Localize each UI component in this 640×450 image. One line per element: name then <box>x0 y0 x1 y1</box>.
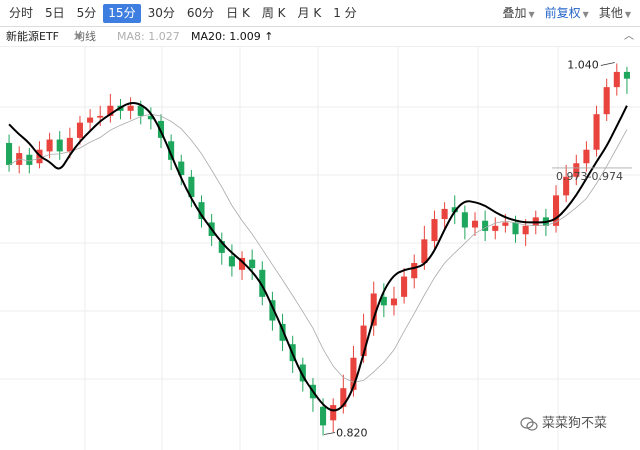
candle-body <box>76 122 84 138</box>
high-arrow <box>600 62 615 66</box>
low-arrow <box>323 432 336 435</box>
watermark-text: 菜菜狗不菜 <box>542 416 608 431</box>
candle-body <box>320 406 327 426</box>
candle <box>583 141 590 172</box>
candle-body <box>471 220 479 228</box>
high-label: 1.040 <box>567 58 599 71</box>
candle <box>593 105 600 157</box>
candle-body <box>411 263 418 279</box>
candle-body <box>46 139 53 152</box>
indicator-legend: 新能源ETF 均线 ▼ MA8: 1.027 MA20: 1.009 ↑ ︿ <box>0 27 640 47</box>
candle <box>492 217 499 240</box>
period-toolbar: 分时 5日 5分 15分 30分 60分日 K周 K月 K1 分 叠加 ▼ 前复权 ▼ 其他 ▼ <box>0 0 640 27</box>
kline-chart[interactable]: 1.040 0.820 0.973-0.974 <box>0 47 640 450</box>
overlay-dropdown[interactable]: 叠加 ▼ <box>497 4 539 23</box>
tab-9[interactable]: 1 分 <box>328 4 361 23</box>
candle-body <box>431 219 438 242</box>
candle <box>228 244 235 277</box>
candle <box>623 66 630 94</box>
wechat-icon <box>520 416 538 431</box>
candle-body <box>228 256 235 267</box>
candle <box>461 205 468 240</box>
candle-body <box>249 259 256 269</box>
candle <box>603 78 610 121</box>
candle-body <box>330 405 337 421</box>
tab-5[interactable]: 60分 <box>182 4 219 23</box>
chevron-down-icon: ▼ <box>624 10 631 19</box>
candle-body <box>461 212 468 228</box>
tab-0[interactable]: 分时 <box>4 4 38 23</box>
candle-body <box>26 154 33 165</box>
tab-1[interactable]: 5日 <box>40 4 70 23</box>
candle-body <box>593 114 600 150</box>
tab-2[interactable]: 5分 <box>72 4 102 23</box>
candle-body <box>127 105 134 111</box>
adjust-dropdown[interactable]: 前复权 ▼ <box>540 4 594 23</box>
candle-body <box>502 222 509 226</box>
tab-4[interactable]: 30分 <box>143 4 180 23</box>
overlay-label: 叠加 <box>502 6 527 20</box>
candle <box>401 268 408 304</box>
candle-body <box>482 220 489 231</box>
candle-body <box>390 298 398 306</box>
candle-body <box>522 225 529 235</box>
grid <box>0 47 640 450</box>
low-label: 0.820 <box>336 427 368 440</box>
candle <box>127 97 134 120</box>
candle <box>411 254 418 289</box>
range-label: 0.973-0.974 <box>556 170 623 183</box>
collapse-icon[interactable]: ︿ <box>624 27 634 46</box>
candle-body <box>583 149 590 164</box>
adjust-label: 前复权 <box>544 6 581 20</box>
period-tabs: 分时 5日 5分 15分 30分 60分日 K周 K月 K1 分 <box>4 4 364 23</box>
tab-7[interactable]: 周 K <box>257 4 291 23</box>
candle-body <box>623 71 630 79</box>
candle-body <box>401 276 408 297</box>
other-label: 其他 <box>598 6 623 20</box>
candle-body <box>492 225 499 231</box>
ma8-value: MA8: 1.027 <box>117 30 180 43</box>
candle <box>218 232 225 265</box>
candle <box>613 63 620 96</box>
candle-body <box>613 71 620 88</box>
instrument-name: 新能源ETF <box>6 30 59 43</box>
candle-body <box>441 208 448 220</box>
chevron-down-icon: ▼ <box>528 10 535 19</box>
tab-6[interactable]: 日 K <box>221 4 255 23</box>
candle-body <box>6 142 13 165</box>
chevron-down-icon: ▼ <box>76 32 83 41</box>
candle <box>56 131 63 160</box>
candle <box>482 210 489 242</box>
chevron-down-icon: ▼ <box>582 10 589 19</box>
candle-body <box>421 239 428 264</box>
toolbar-right: 叠加 ▼ 前复权 ▼ 其他 ▼ <box>497 4 636 23</box>
candle-body <box>87 117 94 123</box>
tab-3[interactable]: 15分 <box>103 4 141 23</box>
watermark: 菜菜狗不菜 <box>520 412 607 431</box>
tab-8[interactable]: 月 K <box>293 4 327 23</box>
candle <box>107 93 114 123</box>
candle-body <box>56 139 63 152</box>
other-dropdown[interactable]: 其他 ▼ <box>594 4 636 23</box>
candle <box>6 134 13 172</box>
candle <box>431 210 438 250</box>
ma20-value: MA20: 1.009 ↑ <box>191 30 274 43</box>
candle-body <box>512 222 519 235</box>
candle-body <box>603 87 610 115</box>
candle-body <box>66 137 73 152</box>
candle-body <box>97 115 104 118</box>
